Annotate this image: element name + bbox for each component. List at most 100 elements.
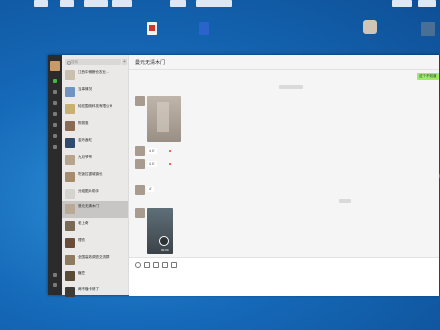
chat-list-item[interactable]: 老上奇 xyxy=(62,218,128,235)
chat-name: 当事情况 xyxy=(78,87,92,91)
navigation-bar xyxy=(48,55,62,295)
chat-avatar xyxy=(65,155,75,165)
chat-avatar xyxy=(65,204,75,214)
image-message[interactable] xyxy=(147,96,181,142)
chat-name: 两不懂卡修了 xyxy=(78,287,99,291)
search-placeholder: 搜索 xyxy=(71,60,78,64)
desktop-icon[interactable] xyxy=(112,0,132,7)
chat-list-item[interactable]: 全国高效调查交流群 xyxy=(62,252,128,269)
add-chat-button[interactable]: + xyxy=(122,59,127,65)
mini-program-icon[interactable] xyxy=(53,145,57,149)
emoji-icon[interactable] xyxy=(135,262,141,268)
chat-list-item[interactable]: 陈丽惠 xyxy=(62,118,128,135)
chat-name: 九月爷爷 xyxy=(78,155,92,159)
chat-history-icon[interactable] xyxy=(162,262,168,268)
chat-avatar xyxy=(65,271,75,281)
chat-avatar xyxy=(65,121,75,131)
chat-list-item[interactable]: 理衣 xyxy=(62,235,128,252)
contact-avatar[interactable] xyxy=(135,159,145,169)
word-file-icon xyxy=(199,22,209,35)
chat-list-item[interactable]: 曼元无清木门 xyxy=(62,201,128,218)
chat-avatar xyxy=(65,221,75,231)
chat-list-item[interactable]: 江西中储粮仓农业... xyxy=(62,67,128,84)
chat-avatar xyxy=(65,287,75,297)
chat-name: 吃饭拉银城镇长 xyxy=(78,172,103,176)
chat-name: 分组图片助手 xyxy=(78,189,99,193)
desktop-icon[interactable] xyxy=(418,0,436,7)
chat-list-item[interactable]: 糖豆 xyxy=(62,268,128,285)
chat-list-item[interactable]: 金玲鑫虹 xyxy=(62,135,128,152)
sent-message[interactable]: 这个不知道 xyxy=(417,73,439,80)
chat-name: 老上奇 xyxy=(78,221,89,225)
chat-name: 曼元无清木门 xyxy=(78,204,99,208)
chat-name: 江西中储粮仓农业... xyxy=(78,70,109,74)
chat-list-item[interactable]: 两不懂卡修了 xyxy=(62,284,128,301)
desktop-top-strip xyxy=(0,0,440,8)
chat-name: 金玲鑫虹 xyxy=(78,138,92,142)
voice-message[interactable]: 4 0' xyxy=(147,148,157,154)
unread-dot xyxy=(169,150,171,152)
divider xyxy=(129,69,439,70)
menu-icon[interactable] xyxy=(53,283,57,287)
contacts-icon[interactable] xyxy=(53,90,57,94)
chat-list-item[interactable]: 吃饭拉银城镇长 xyxy=(62,169,128,186)
desktop-icon-word[interactable] xyxy=(196,22,212,36)
timestamp xyxy=(279,85,303,89)
desktop-icon-pdf[interactable] xyxy=(144,22,160,36)
chat-avatar xyxy=(65,172,75,182)
chat-avatar xyxy=(65,255,75,265)
chat-avatar xyxy=(65,104,75,114)
conversation-title: 曼元无清木门 xyxy=(135,60,166,66)
contact-avatar[interactable] xyxy=(135,185,145,195)
chat-list-item[interactable]: 鈊宏围绕科技有限公司 xyxy=(62,101,128,118)
voice-message[interactable]: 4 0' xyxy=(147,161,157,167)
chat-list: 搜索 + 江西中储粮仓农业... 当事情况鈊宏围绕科技有限公司 陈丽惠金玲鑫虹九月爷… xyxy=(62,55,129,297)
user-avatar[interactable] xyxy=(50,61,60,71)
unread-dot xyxy=(169,163,171,165)
contact-avatar[interactable] xyxy=(135,96,145,106)
favorites-icon[interactable] xyxy=(53,101,57,105)
desktop-icon[interactable] xyxy=(392,0,412,7)
play-icon[interactable] xyxy=(159,236,169,246)
chat-list-item[interactable]: 当事情况 xyxy=(62,84,128,101)
chat-avatar xyxy=(65,87,75,97)
search-web-icon[interactable] xyxy=(53,134,57,138)
chat-avatar xyxy=(65,238,75,248)
desktop-icon[interactable] xyxy=(196,0,232,7)
screenshot-icon[interactable] xyxy=(153,262,159,268)
chat-avatar xyxy=(65,70,75,80)
chat-list-item[interactable]: 九月爷爷 xyxy=(62,152,128,169)
chat-name: 理衣 xyxy=(78,238,85,242)
desktop-icon[interactable] xyxy=(34,0,48,7)
chat-name: 陈丽惠 xyxy=(78,121,89,125)
search-input[interactable]: 搜索 xyxy=(65,59,121,65)
image-file-icon xyxy=(363,20,377,34)
contact-avatar[interactable] xyxy=(135,146,145,156)
video-message[interactable]: 00:00 xyxy=(147,208,173,254)
desktop-icon[interactable] xyxy=(60,0,74,7)
desktop-icon[interactable] xyxy=(84,0,108,7)
video-call-icon[interactable] xyxy=(171,262,177,268)
chat-icon[interactable] xyxy=(53,79,57,83)
chat-name: 鈊宏围绕科技有限公司 xyxy=(78,104,112,108)
chat-name: 糖豆 xyxy=(78,271,85,275)
video-duration: 00:00 xyxy=(161,248,169,252)
desktop-icon[interactable] xyxy=(170,0,186,7)
chat-avatar xyxy=(65,189,75,199)
contact-avatar[interactable] xyxy=(135,208,145,218)
message-input[interactable] xyxy=(129,257,439,296)
moments-icon[interactable] xyxy=(53,123,57,127)
files-icon[interactable] xyxy=(53,112,57,116)
photo-detail xyxy=(157,102,169,132)
phone-icon[interactable] xyxy=(53,273,57,277)
pdf-file-icon xyxy=(147,22,157,35)
desktop-icon-image[interactable] xyxy=(362,20,378,35)
chat-avatar xyxy=(65,138,75,148)
voice-message[interactable]: 4' xyxy=(147,186,154,192)
folder-icon[interactable] xyxy=(144,262,150,268)
timestamp xyxy=(339,199,351,203)
photo-file-icon xyxy=(421,22,435,36)
chat-name: 全国高效调查交流群 xyxy=(78,255,110,259)
desktop-icon-photo[interactable] xyxy=(420,22,436,37)
conversation-panel: 曼元无清木门 这个不知道 4 0' 4 0' 4' 00:00 xyxy=(129,55,439,296)
